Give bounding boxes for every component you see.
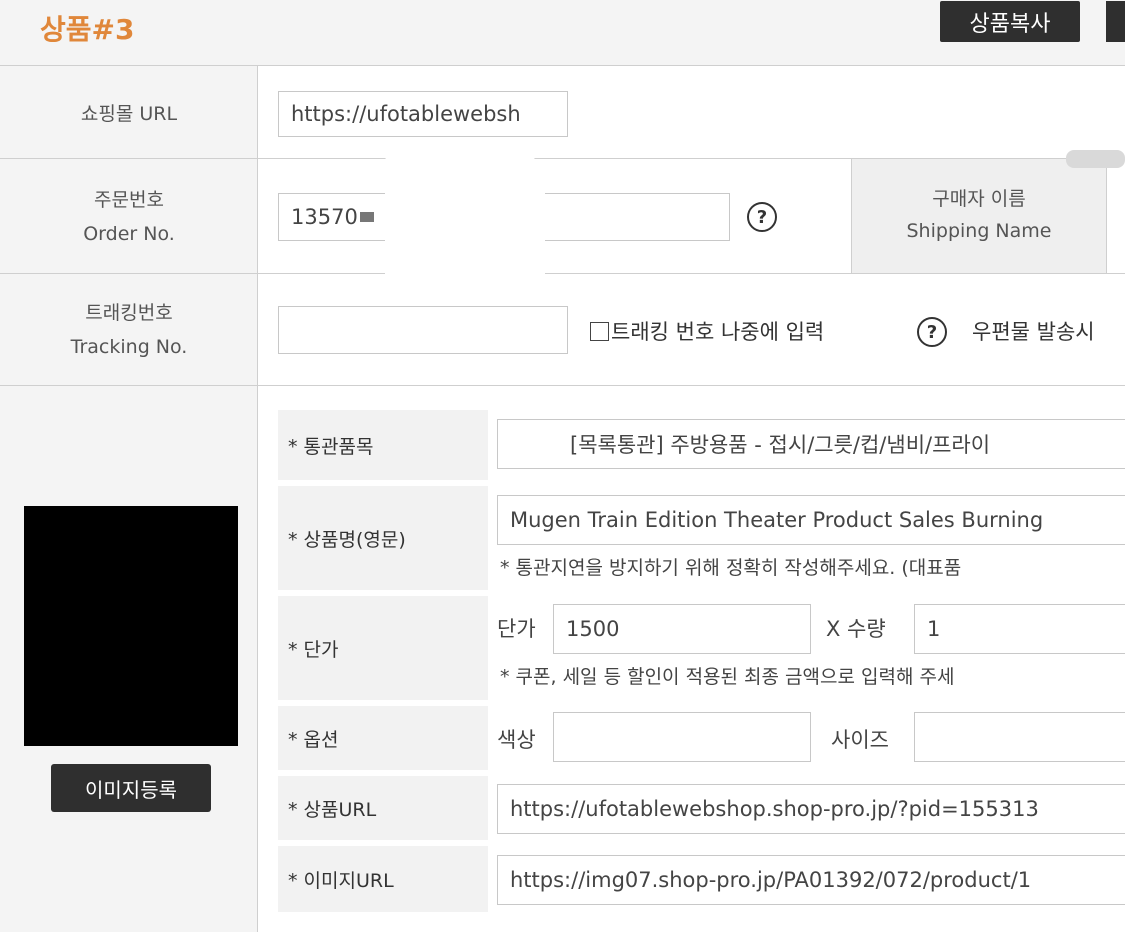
image-register-button[interactable]: 이미지등록 xyxy=(51,764,211,812)
tracking-no-label-ko: 트래킹번호 xyxy=(85,302,173,324)
redaction-overlay xyxy=(385,150,535,176)
tracking-no-input[interactable] xyxy=(278,306,568,354)
redaction-overlay xyxy=(385,176,545,296)
shopping-url-input[interactable]: https://ufotablewebsh xyxy=(278,91,568,137)
quantity-label: X 수량 xyxy=(826,617,886,641)
product-url-label: * 상품URL xyxy=(278,776,488,840)
shipping-name-label-ko: 구매자 이름 xyxy=(932,188,1026,210)
price-note: * 쿠폰, 세일 등 할인이 적용된 최종 금액으로 입력해 주세 xyxy=(500,666,955,688)
tracking-help-icon[interactable]: ? xyxy=(917,317,947,347)
copy-product-button[interactable]: 상품복사 xyxy=(940,1,1080,42)
color-label: 색상 xyxy=(497,728,536,752)
customs-item-select[interactable]: [목록통관] 주방용품 - 접시/그릇/컵/냄비/프라이 xyxy=(497,419,1125,469)
product-name-input[interactable]: Mugen Train Edition Theater Product Sale… xyxy=(497,495,1125,545)
color-input[interactable] xyxy=(553,712,811,762)
unit-price-row-label: * 단가 xyxy=(278,596,488,700)
option-label: * 옵션 xyxy=(278,706,488,770)
shipping-name-label-box: 구매자 이름 Shipping Name xyxy=(851,159,1107,273)
tracking-later-label: 트래킹 번호 나중에 입력 xyxy=(611,320,825,344)
unit-price-input[interactable]: 1500 xyxy=(553,604,811,654)
order-no-value: 13570 xyxy=(291,205,358,229)
product-name-label: * 상품명(영문) xyxy=(278,486,488,590)
order-no-label-ko: 주문번호 xyxy=(94,189,164,211)
row-divider xyxy=(0,273,1125,274)
product-name-note: * 통관지연을 방지하기 위해 정확히 작성해주세요. (대표품 xyxy=(500,557,962,579)
unit-price-label: 단가 xyxy=(497,617,536,641)
shopping-url-label: 쇼핑몰 URL xyxy=(80,103,178,125)
redaction-overlay xyxy=(1066,150,1125,168)
redacted-mark xyxy=(359,212,374,222)
checkbox-box[interactable] xyxy=(590,321,609,341)
row-divider xyxy=(0,385,1125,386)
image-url-input[interactable]: https://img07.shop-pro.jp/PA01392/072/pr… xyxy=(497,855,1125,905)
tracking-no-label-en: Tracking No. xyxy=(70,336,188,358)
shipping-name-label-en: Shipping Name xyxy=(906,220,1052,242)
order-help-icon[interactable]: ? xyxy=(747,202,777,232)
delete-product-button[interactable] xyxy=(1106,1,1125,42)
tracking-later-checkbox[interactable]: 트래킹 번호 나중에 입력 xyxy=(590,316,824,346)
image-url-label: * 이미지URL xyxy=(278,846,488,912)
postal-dispatch-text: 우편물 발송시 xyxy=(972,320,1095,344)
customs-item-label: * 통관품목 xyxy=(278,410,488,480)
product-image-redacted xyxy=(24,506,238,746)
size-label: 사이즈 xyxy=(831,728,889,752)
quantity-input[interactable]: 1 xyxy=(914,604,1125,654)
order-no-label-en: Order No. xyxy=(83,223,175,245)
product-url-input[interactable]: https://ufotablewebshop.shop-pro.jp/?pid… xyxy=(497,784,1125,834)
page-title: 상품#3 xyxy=(40,13,135,46)
size-input[interactable] xyxy=(914,712,1125,762)
